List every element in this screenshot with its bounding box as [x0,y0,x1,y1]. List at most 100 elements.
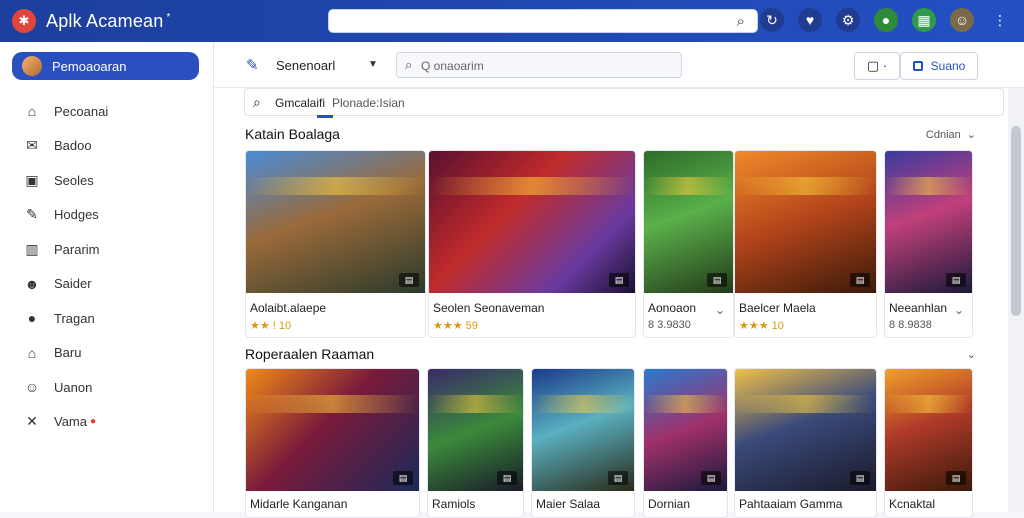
thumbnail-title-art [735,177,876,195]
sidebar-item-3[interactable]: ▣ Seoles [0,163,214,198]
game-card[interactable]: ▤ Maier Salaa [531,368,635,518]
chart-icon: ▥ [25,240,39,257]
media-badge-icon: ▤ [707,273,727,287]
game-card[interactable]: ▤ Ramiols [427,368,524,518]
search-icon[interactable]: ⌕ [737,13,745,30]
game-name: Neeanhlan [889,301,948,315]
sidebar-list: ⌂ Pecoanai ✉ Badoo ▣ Seoles ✎ Hodges ▥ Pararim ☻ Sa… [0,94,214,439]
game-thumbnail[interactable]: ▤ [735,151,876,293]
game-name: Seolen Seonaveman [433,301,545,315]
category-dropdown-label[interactable]: Senenoarl [276,58,335,73]
search-cursor [317,115,333,118]
game-card[interactable]: ▤ Aolaibt.alaepe ★★ ! 10 [245,150,426,338]
sidebar-item-7[interactable]: ● Tragan [0,301,214,336]
sidebar-item-1[interactable]: ⌂ Pecoanai [0,94,214,129]
search-icon: ⌕ [405,57,413,72]
inner-search-input[interactable]: ⌕ Gmcalaifi Plonade:Isian [244,88,1004,118]
game-rating: ★★★ 59 [433,320,478,332]
inner-search-term: Gmcalaifi [275,96,326,110]
sidebar-item-10[interactable]: ✕ Vama ● [0,405,214,440]
user-avatar-icon[interactable]: ☺ [950,8,974,32]
media-badge-icon: ▤ [946,471,966,485]
inner-search-suggestion[interactable]: Plonade:Isian [332,96,405,110]
main-content: ⌕ Gmcalaifi Plonade:Isian Katain Boalaga… [214,88,1008,518]
app-grid-icon[interactable]: ▦ [912,8,936,32]
media-badge-icon: ▤ [608,471,628,485]
refresh-icon[interactable]: ↻ [760,8,784,32]
sidebar-item-5[interactable]: ▥ Pararim [0,232,214,267]
heart-icon[interactable]: ♥ [798,8,822,32]
sub-toolbar: ✎ Senenoarl ▼ ⌕ Q onaoarim ▢ · Suano [214,42,1024,88]
sidebar-item-6[interactable]: ☻ Saider [0,267,214,302]
media-badge-icon: ▤ [850,471,870,485]
media-badge-icon: ▤ [393,471,413,485]
thumbnail-title-art [885,395,972,413]
sidebar-item-label: Uanon [54,379,93,395]
card-more-icon[interactable]: ⌄ [715,303,725,317]
game-card[interactable]: ▤ Seolen Seonaveman ★★★ 59 [428,150,636,338]
person-icon: ☻ [24,275,40,292]
game-card[interactable]: ▤ Midarle Kanganan [245,368,420,518]
vertical-scrollbar[interactable] [1008,88,1024,512]
global-search-input[interactable]: ⌕ [328,9,758,33]
app-title: Aplk Acamean * [46,11,171,32]
square-icon [912,61,923,71]
caret-down-icon[interactable]: ▼ [368,59,378,70]
media-badge-icon: ▤ [701,471,721,485]
top-icon-group: ↻ ♥ ⚙ ● ▦ ☺ ⋮ [760,8,1012,32]
section-see-all-link[interactable]: Cdnian ⌄ [926,128,976,141]
game-card[interactable]: ▤ Baelcer Maela ★★★ 10 [734,150,877,338]
sidebar-item-9[interactable]: ☺ Uanon [0,370,214,405]
scrollbar-thumb[interactable] [1011,126,1021,316]
game-card[interactable]: ▤ Neeanhlan 8 8.9838 ⌄ [884,150,973,338]
sidebar-item-8[interactable]: ⌂ Baru [0,336,214,371]
sidebar-item-2[interactable]: ✉ Badoo [0,129,214,164]
pencil-icon[interactable]: ✎ [246,56,259,74]
view-toggle-button[interactable]: ▢ · [854,52,900,80]
game-name: Dornian [648,497,691,511]
thumbnail-title-art [644,395,727,413]
game-thumbnail[interactable]: ▤ [428,369,523,491]
media-badge-icon: ▤ [497,471,517,485]
search-icon: ⌕ [253,94,261,110]
game-card[interactable]: ▤ Dornian [643,368,728,518]
thumbnail-title-art [428,395,523,413]
game-card[interactable]: ▤ Pahtaaiam Gamma [734,368,877,518]
game-thumbnail[interactable]: ▤ [644,369,727,491]
game-thumbnail[interactable]: ▤ [644,151,733,293]
sidebar-item-label: Baru [54,345,82,361]
tag-icon: ✉ [26,137,38,154]
section-see-all-link[interactable]: ⌄ [961,348,976,361]
app-logo-icon[interactable]: ✱ [12,9,36,33]
game-thumbnail[interactable]: ▤ [885,151,972,293]
game-thumbnail[interactable]: ▤ [735,369,876,491]
notification-icon[interactable]: ● [874,8,898,32]
sidebar-item-label: Pecoanai [54,103,109,119]
sub-search-input[interactable]: ⌕ Q onaoarim [396,52,682,78]
game-thumbnail[interactable]: ▤ [246,151,425,293]
section-title: Roperaalen Raaman [245,346,375,362]
thumbnail-title-art [885,177,972,195]
game-name: Ramiols [432,497,476,511]
thumbnail-title-art [246,177,425,195]
game-card[interactable]: ▤ Aonoaon 8 3.9830 ⌄ [643,150,734,338]
sub-search-placeholder: Q onaoarim [421,59,484,73]
submit-button[interactable]: Suano [900,52,978,80]
game-thumbnail[interactable]: ▤ [246,369,419,491]
game-name: Aonoaon [648,301,697,315]
more-icon[interactable]: ⋮ [988,8,1012,32]
profile-pill[interactable]: Pemoaoaran [12,52,199,80]
sidebar-item-label: Saider [54,276,92,292]
profile-label: Pemoaoaran [52,58,127,74]
game-name: Pahtaaiam Gamma [739,497,843,511]
game-thumbnail[interactable]: ▤ [532,369,634,491]
card-more-icon[interactable]: ⌄ [954,303,964,317]
chat-icon: ☺ [24,379,40,396]
game-name: Midarle Kanganan [250,497,348,511]
settings-icon[interactable]: ⚙ [836,8,860,32]
game-card[interactable]: ▤ Kcnaktal [884,368,973,518]
game-thumbnail[interactable]: ▤ [885,369,972,491]
game-rating: 8 3.9830 [648,319,691,331]
sidebar-item-4[interactable]: ✎ Hodges [0,198,214,233]
game-thumbnail[interactable]: ▤ [429,151,635,293]
